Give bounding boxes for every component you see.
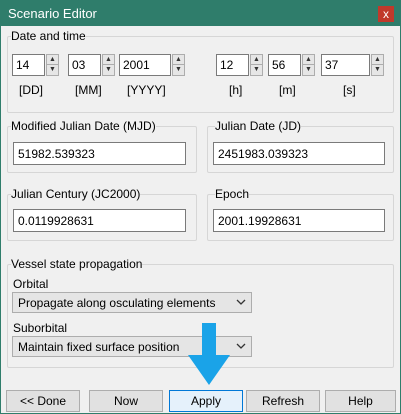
title-bar: Scenario Editor x (1, 1, 400, 26)
refresh-button[interactable]: Refresh (246, 390, 320, 412)
minute-value: 56 (272, 58, 286, 72)
month-input[interactable]: 03 (68, 54, 101, 76)
day-unit-label: [DD] (19, 83, 43, 97)
minute-unit-label: [m] (279, 83, 296, 97)
epoch-label: Epoch (215, 187, 250, 201)
hour-unit-label: [h] (229, 83, 243, 97)
year-spinner[interactable]: ▲ ▼ (172, 54, 185, 76)
spin-down-icon[interactable]: ▼ (173, 65, 184, 75)
suborbital-label: Suborbital (13, 321, 68, 335)
year-value: 2001 (123, 58, 150, 72)
hour-value: 12 (220, 58, 234, 72)
window-title: Scenario Editor (8, 6, 97, 21)
second-input[interactable]: 37 (321, 54, 370, 76)
close-button[interactable]: x (378, 6, 394, 22)
day-input[interactable]: 14 (12, 54, 45, 76)
jc-field[interactable]: 0.0119928631 (13, 209, 186, 232)
now-button[interactable]: Now (89, 390, 163, 412)
scenario-editor-window: Scenario Editor x Date and time 14 ▲ ▼ [… (0, 0, 401, 414)
minute-spinner[interactable]: ▲ ▼ (302, 54, 315, 76)
jc-value: 0.0119928631 (18, 214, 94, 228)
spin-down-icon[interactable]: ▼ (251, 65, 262, 75)
spin-down-icon[interactable]: ▼ (303, 65, 314, 75)
mjd-value: 51982.539323 (18, 147, 95, 161)
done-button[interactable]: << Done (6, 390, 80, 412)
day-spinner[interactable]: ▲ ▼ (46, 54, 59, 76)
date-time-group-label: Date and time (11, 29, 86, 43)
spin-down-icon[interactable]: ▼ (47, 65, 58, 75)
second-spinner[interactable]: ▲ ▼ (371, 54, 384, 76)
spin-up-icon[interactable]: ▲ (103, 55, 114, 65)
second-value: 37 (325, 58, 339, 72)
suborbital-selected-value: Maintain fixed surface position (18, 340, 180, 354)
day-value: 14 (16, 58, 30, 72)
down-arrow-icon (188, 323, 230, 385)
epoch-field[interactable]: 2001.19928631 (213, 209, 385, 232)
spin-up-icon[interactable]: ▲ (251, 55, 262, 65)
hour-spinner[interactable]: ▲ ▼ (250, 54, 263, 76)
jd-label: Julian Date (JD) (215, 119, 302, 133)
month-spinner[interactable]: ▲ ▼ (102, 54, 115, 76)
help-button[interactable]: Help (325, 390, 396, 412)
spin-down-icon[interactable]: ▼ (372, 65, 383, 75)
year-unit-label: [YYYY] (127, 83, 166, 97)
spin-up-icon[interactable]: ▲ (372, 55, 383, 65)
mjd-label: Modified Julian Date (MJD) (11, 119, 156, 133)
jc-label: Julian Century (JC2000) (11, 187, 141, 201)
epoch-value: 2001.19928631 (218, 214, 302, 228)
spin-up-icon[interactable]: ▲ (303, 55, 314, 65)
hour-input[interactable]: 12 (216, 54, 249, 76)
year-input[interactable]: 2001 (119, 54, 171, 76)
mjd-field[interactable]: 51982.539323 (13, 142, 186, 165)
month-unit-label: [MM] (75, 83, 102, 97)
chevron-down-icon (236, 343, 246, 349)
spin-down-icon[interactable]: ▼ (103, 65, 114, 75)
orbital-selected-value: Propagate along osculating elements (18, 296, 216, 310)
vessel-propagation-label: Vessel state propagation (11, 257, 143, 271)
chevron-down-icon (236, 299, 246, 305)
second-unit-label: [s] (343, 83, 356, 97)
month-value: 03 (72, 58, 86, 72)
spin-up-icon[interactable]: ▲ (173, 55, 184, 65)
spin-up-icon[interactable]: ▲ (47, 55, 58, 65)
jd-field[interactable]: 2451983.039323 (213, 142, 385, 165)
close-icon: x (383, 7, 389, 21)
orbital-dropdown[interactable]: Propagate along osculating elements (12, 292, 252, 313)
orbital-label: Orbital (13, 277, 49, 291)
apply-button[interactable]: Apply (169, 390, 243, 412)
minute-input[interactable]: 56 (268, 54, 301, 76)
jd-value: 2451983.039323 (218, 147, 309, 161)
